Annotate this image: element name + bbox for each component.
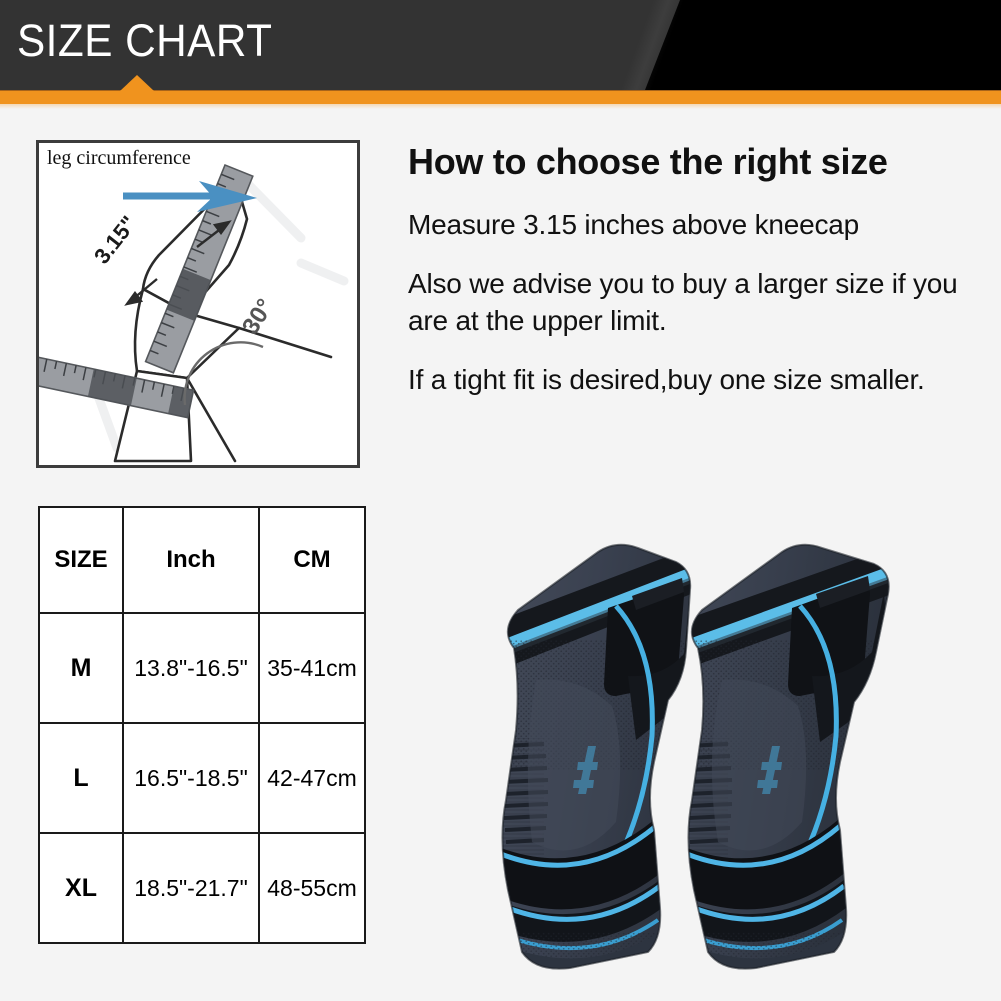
- header-triangle-notch-icon: [120, 75, 154, 91]
- knee-brace-left: [502, 544, 691, 969]
- cell-size-m: M: [38, 612, 124, 724]
- cell-inch-xl: 18.5"-21.7": [122, 832, 260, 944]
- cell-inch-l: 16.5"-18.5": [122, 722, 260, 834]
- cell-cm-l: 42-47cm: [258, 722, 366, 834]
- cell-cm-m: 35-41cm: [258, 612, 366, 724]
- product-image-knee-braces: [440, 500, 1000, 1001]
- header-inch: Inch: [122, 506, 260, 614]
- header-accent-bar: [0, 90, 1001, 104]
- instruction-paragraph-3: If a tight fit is desired,buy one size s…: [408, 364, 925, 395]
- cell-cm-xl: 48-55cm: [258, 832, 366, 944]
- instructions-heading: How to choose the right size: [408, 141, 888, 182]
- header-size: SIZE: [38, 506, 124, 614]
- size-chart-table-container: SIZE Inch CM M 13.8"-16.5" 35-41cm L 16.…: [38, 506, 366, 944]
- instruction-paragraph-2: Also we advise you to buy a larger size …: [408, 268, 958, 336]
- table-row: L 16.5"-18.5" 42-47cm: [38, 722, 366, 834]
- knee-brace-right: [688, 544, 889, 969]
- cell-inch-m: 13.8"-16.5": [122, 612, 260, 724]
- leg-circumference-label: leg circumference: [47, 147, 191, 169]
- page-title: SIZE CHART: [17, 15, 273, 66]
- measurement-diagram: leg circumference 3.15" 30°: [36, 140, 360, 468]
- right-arrow-icon: [123, 181, 257, 212]
- knee-brace-pair-illustration: [501, 543, 890, 970]
- table-row: XL 18.5"-21.7" 48-55cm: [38, 832, 366, 944]
- table-row: M 13.8"-16.5" 35-41cm: [38, 612, 366, 724]
- cell-size-l: L: [38, 722, 124, 834]
- header-cm: CM: [258, 506, 366, 614]
- size-chart-table: SIZE Inch CM M 13.8"-16.5" 35-41cm L 16.…: [38, 506, 366, 944]
- table-header-row: SIZE Inch CM: [38, 506, 366, 614]
- sizing-instructions: How to choose the right size Measure 3.1…: [408, 140, 984, 420]
- instruction-paragraph-1: Measure 3.15 inches above kneecap: [408, 209, 860, 240]
- header-accent-bar-shadow: [0, 103, 1001, 109]
- cell-size-xl: XL: [38, 832, 124, 944]
